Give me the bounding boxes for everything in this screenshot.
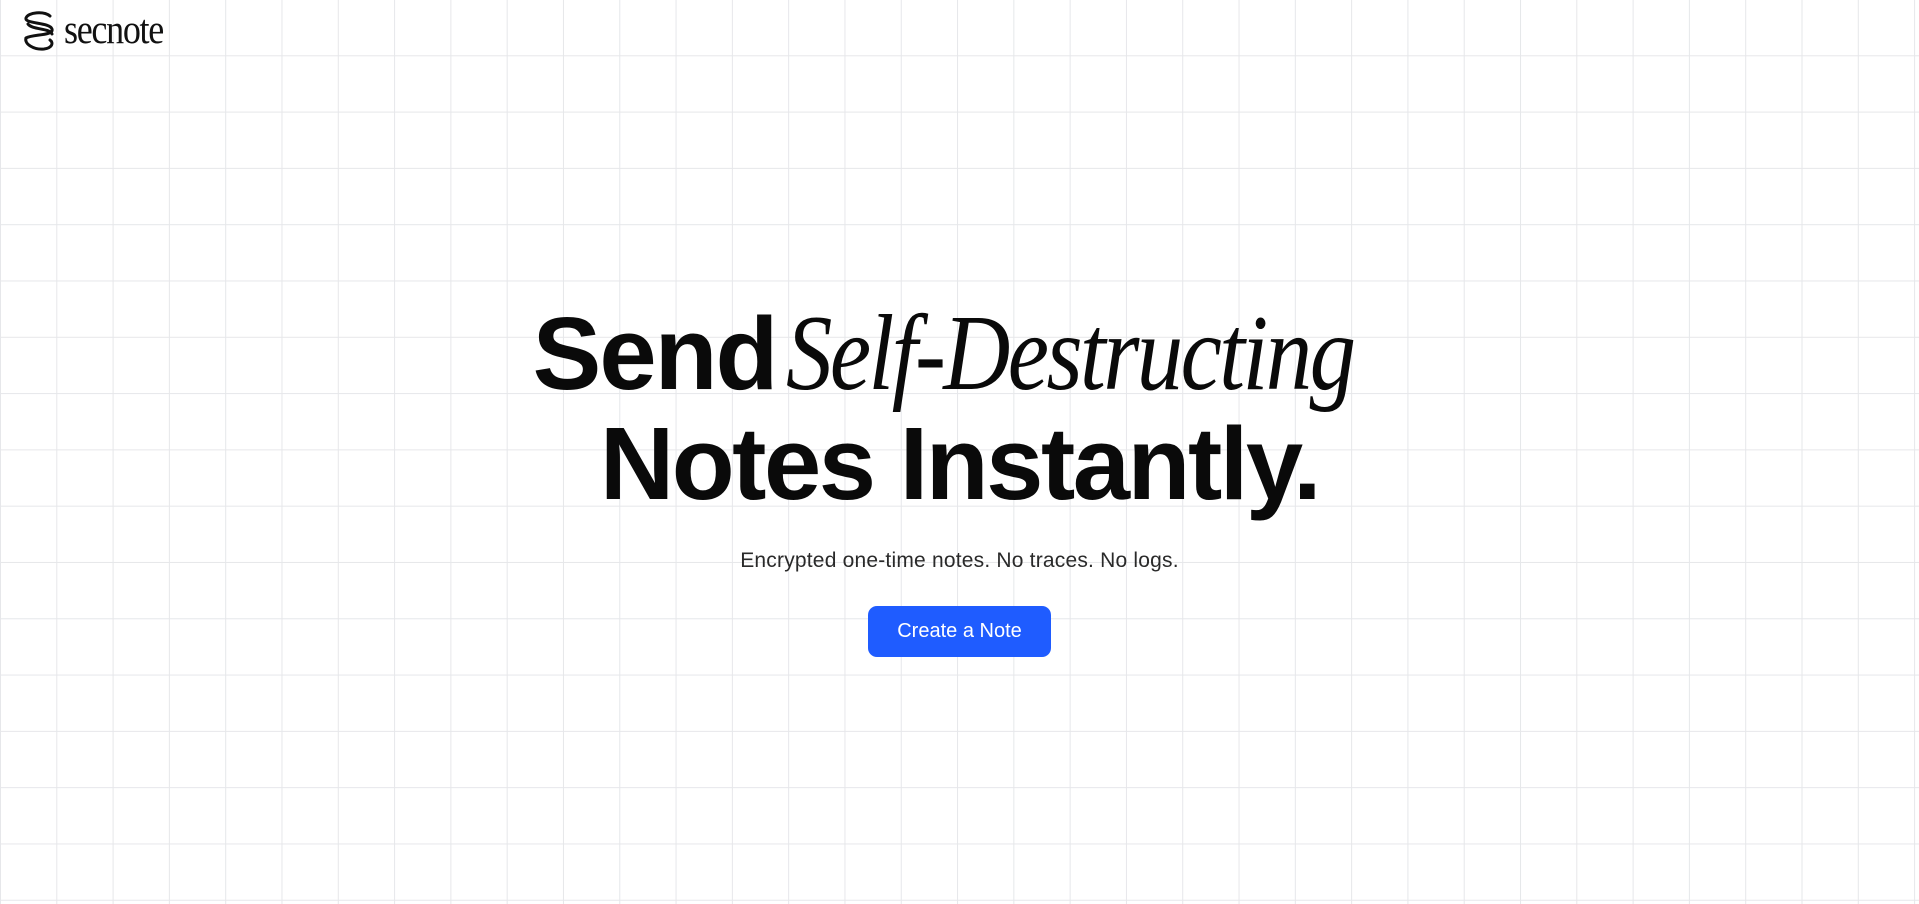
headline-line-1: SendSelf-Destructing (0, 300, 1919, 412)
hero-section: SendSelf-Destructing Notes Instantly. En… (0, 300, 1919, 657)
hero-subtitle: Encrypted one-time notes. No traces. No … (740, 549, 1179, 572)
hero-headline: SendSelf-Destructing Notes Instantly. (0, 300, 1919, 524)
secnote-logo-icon (24, 11, 54, 51)
headline-word-send: Send (532, 296, 779, 411)
headline-line-2: Notes Instantly. (599, 406, 1322, 521)
brand-name: secnote (64, 5, 164, 52)
create-note-button[interactable]: Create a Note (868, 606, 1051, 657)
brand-logo-link[interactable]: secnote (20, 5, 176, 52)
headline-italic-word: Self-Destructing (786, 294, 1356, 413)
